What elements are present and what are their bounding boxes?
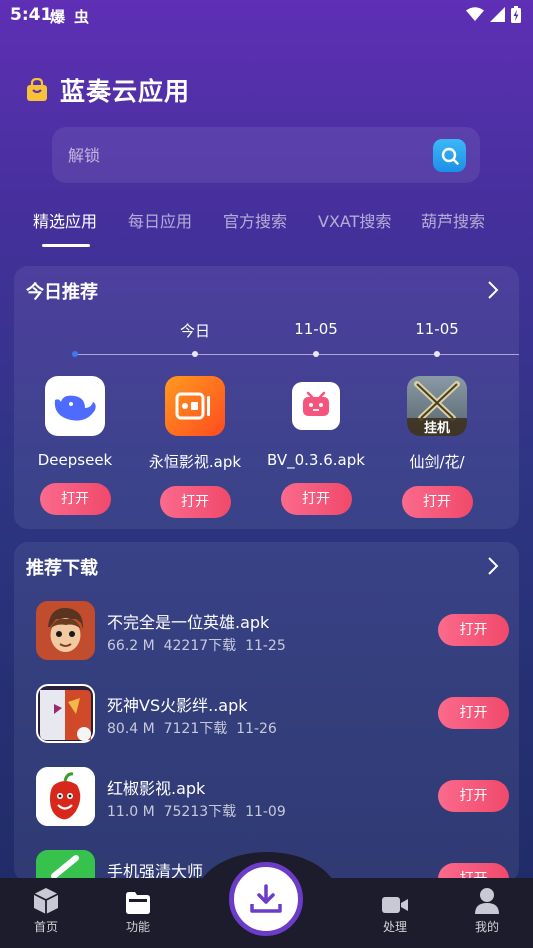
red-pepper-app-icon bbox=[36, 767, 95, 826]
section-title: 推荐下载 bbox=[26, 558, 98, 579]
nav-label: 处理 bbox=[382, 920, 407, 934]
timeline-line bbox=[75, 353, 519, 355]
app-name: 仙剑/花/ bbox=[409, 453, 465, 471]
download-name: 死神VS火影绊..apk bbox=[107, 696, 248, 715]
download-list-item[interactable]: 红椒影视.apk 11.0 M 75213下载 11-09 打开 bbox=[36, 767, 516, 829]
search-icon bbox=[441, 147, 459, 165]
battery-icon bbox=[511, 6, 521, 23]
timeline-dot bbox=[192, 351, 198, 357]
download-list-item[interactable]: 死神VS火影绊..apk 80.4 M 7121下载 11-26 打开 bbox=[36, 684, 516, 746]
today-app-item: 挂机 仙剑/花/ 打开 bbox=[382, 376, 492, 518]
chevron-right-icon[interactable] bbox=[487, 556, 499, 576]
app-name: Deepseek bbox=[37, 451, 113, 469]
tab-featured[interactable]: 精选应用 bbox=[33, 208, 97, 232]
nav-label: 首页 bbox=[33, 920, 58, 934]
nav-label: 功能 bbox=[125, 920, 150, 934]
open-button[interactable]: 打开 bbox=[438, 780, 509, 812]
download-meta: 66.2 M 42217下载 11-25 bbox=[107, 635, 286, 655]
folder-icon bbox=[126, 892, 150, 914]
tab-official-search[interactable]: 官方搜索 bbox=[223, 208, 287, 232]
whale-app-icon[interactable] bbox=[45, 376, 105, 436]
download-date: 11-25 bbox=[245, 638, 286, 654]
open-button[interactable]: 打开 bbox=[438, 697, 509, 729]
download-name: 不完全是一位英雄.apk bbox=[107, 613, 270, 632]
tab-daily[interactable]: 每日应用 bbox=[128, 208, 192, 232]
download-name: 红椒影视.apk bbox=[107, 779, 206, 798]
tab-vxat-search[interactable]: VXAT搜索 bbox=[318, 208, 391, 232]
app-name: 永恒影视.apk bbox=[148, 453, 242, 471]
section-title: 今日推荐 bbox=[26, 282, 98, 303]
wifi-icon bbox=[466, 7, 484, 21]
download-date: 11-26 bbox=[236, 721, 277, 737]
download-size: 80.4 M bbox=[107, 721, 155, 737]
search-button[interactable] bbox=[433, 139, 466, 172]
timeline-dot bbox=[313, 351, 319, 357]
open-button[interactable]: 打开 bbox=[438, 614, 509, 646]
video-camera-icon bbox=[382, 897, 408, 913]
page-title: 蓝奏云应用 bbox=[60, 77, 191, 106]
timeline-date: 11-05 bbox=[415, 320, 459, 338]
anime-fighter-app-icon bbox=[36, 684, 95, 743]
video-record-icon bbox=[175, 392, 210, 420]
page-header: 蓝奏云应用 bbox=[26, 72, 190, 108]
open-button[interactable]: 打开 bbox=[159, 486, 231, 518]
today-app-item: 永恒影视.apk 打开 bbox=[140, 376, 250, 518]
signal-icon bbox=[490, 7, 505, 22]
cube-icon bbox=[33, 888, 59, 914]
download-icon bbox=[250, 884, 282, 913]
bilibili-app-icon[interactable] bbox=[286, 376, 346, 436]
open-button[interactable]: 打开 bbox=[401, 486, 473, 518]
swords-app-icon[interactable]: 挂机 bbox=[407, 376, 467, 436]
timeline-date: 今日 bbox=[179, 322, 211, 340]
whale-icon bbox=[54, 395, 96, 421]
status-time: 5:41 bbox=[10, 5, 53, 25]
nav-features[interactable]: 功能 bbox=[98, 878, 178, 935]
nav-label: 我的 bbox=[474, 920, 499, 934]
open-button[interactable]: 打开 bbox=[39, 483, 111, 515]
download-size: 11.0 M bbox=[107, 804, 155, 820]
download-size: 66.2 M bbox=[107, 638, 155, 654]
download-count: 42217下载 bbox=[163, 638, 237, 654]
notification-app-icon: 爆 bbox=[50, 8, 66, 26]
category-tabs: 精选应用 每日应用 官方搜索 VXAT搜索 葫芦搜索 bbox=[0, 208, 533, 248]
chevron-right-icon[interactable] bbox=[487, 280, 499, 300]
app-name: BV_0.3.6.apk bbox=[267, 451, 365, 469]
tv-robot-icon bbox=[292, 382, 340, 430]
notification-app-icon: 虫 bbox=[74, 8, 90, 26]
status-bar: 5:41 爆 虫 bbox=[0, 0, 533, 30]
download-count: 75213下载 bbox=[163, 804, 237, 820]
nav-process[interactable]: 处理 bbox=[355, 878, 435, 935]
tab-indicator bbox=[42, 244, 90, 247]
download-meta: 80.4 M 7121下载 11-26 bbox=[107, 718, 277, 738]
today-app-item: BV_0.3.6.apk 打开 bbox=[261, 376, 371, 515]
download-fab[interactable] bbox=[229, 862, 303, 936]
search-input[interactable] bbox=[68, 127, 418, 183]
shopping-bag-icon bbox=[27, 78, 47, 101]
person-icon bbox=[475, 888, 499, 914]
crossed-swords-icon: 挂机 bbox=[407, 381, 467, 436]
app-icon-badge-text: 挂机 bbox=[424, 420, 450, 436]
timeline-dot bbox=[434, 351, 440, 357]
cartoon-hero-app-icon bbox=[36, 601, 95, 660]
download-count: 7121下载 bbox=[163, 721, 228, 737]
video-app-icon[interactable] bbox=[165, 376, 225, 436]
nav-home[interactable]: 首页 bbox=[6, 878, 86, 935]
tab-hulu-search[interactable]: 葫芦搜索 bbox=[421, 208, 485, 232]
open-button[interactable]: 打开 bbox=[280, 483, 352, 515]
download-list-item[interactable]: 不完全是一位英雄.apk 66.2 M 42217下载 11-25 打开 bbox=[36, 601, 516, 663]
timeline-dot bbox=[72, 351, 78, 357]
download-meta: 11.0 M 75213下载 11-09 bbox=[107, 801, 286, 821]
search-box bbox=[52, 127, 480, 183]
timeline-date: 11-05 bbox=[294, 320, 338, 338]
download-date: 11-09 bbox=[245, 804, 286, 820]
today-app-item: Deepseek 打开 bbox=[20, 376, 130, 515]
nav-mine[interactable]: 我的 bbox=[447, 878, 527, 935]
